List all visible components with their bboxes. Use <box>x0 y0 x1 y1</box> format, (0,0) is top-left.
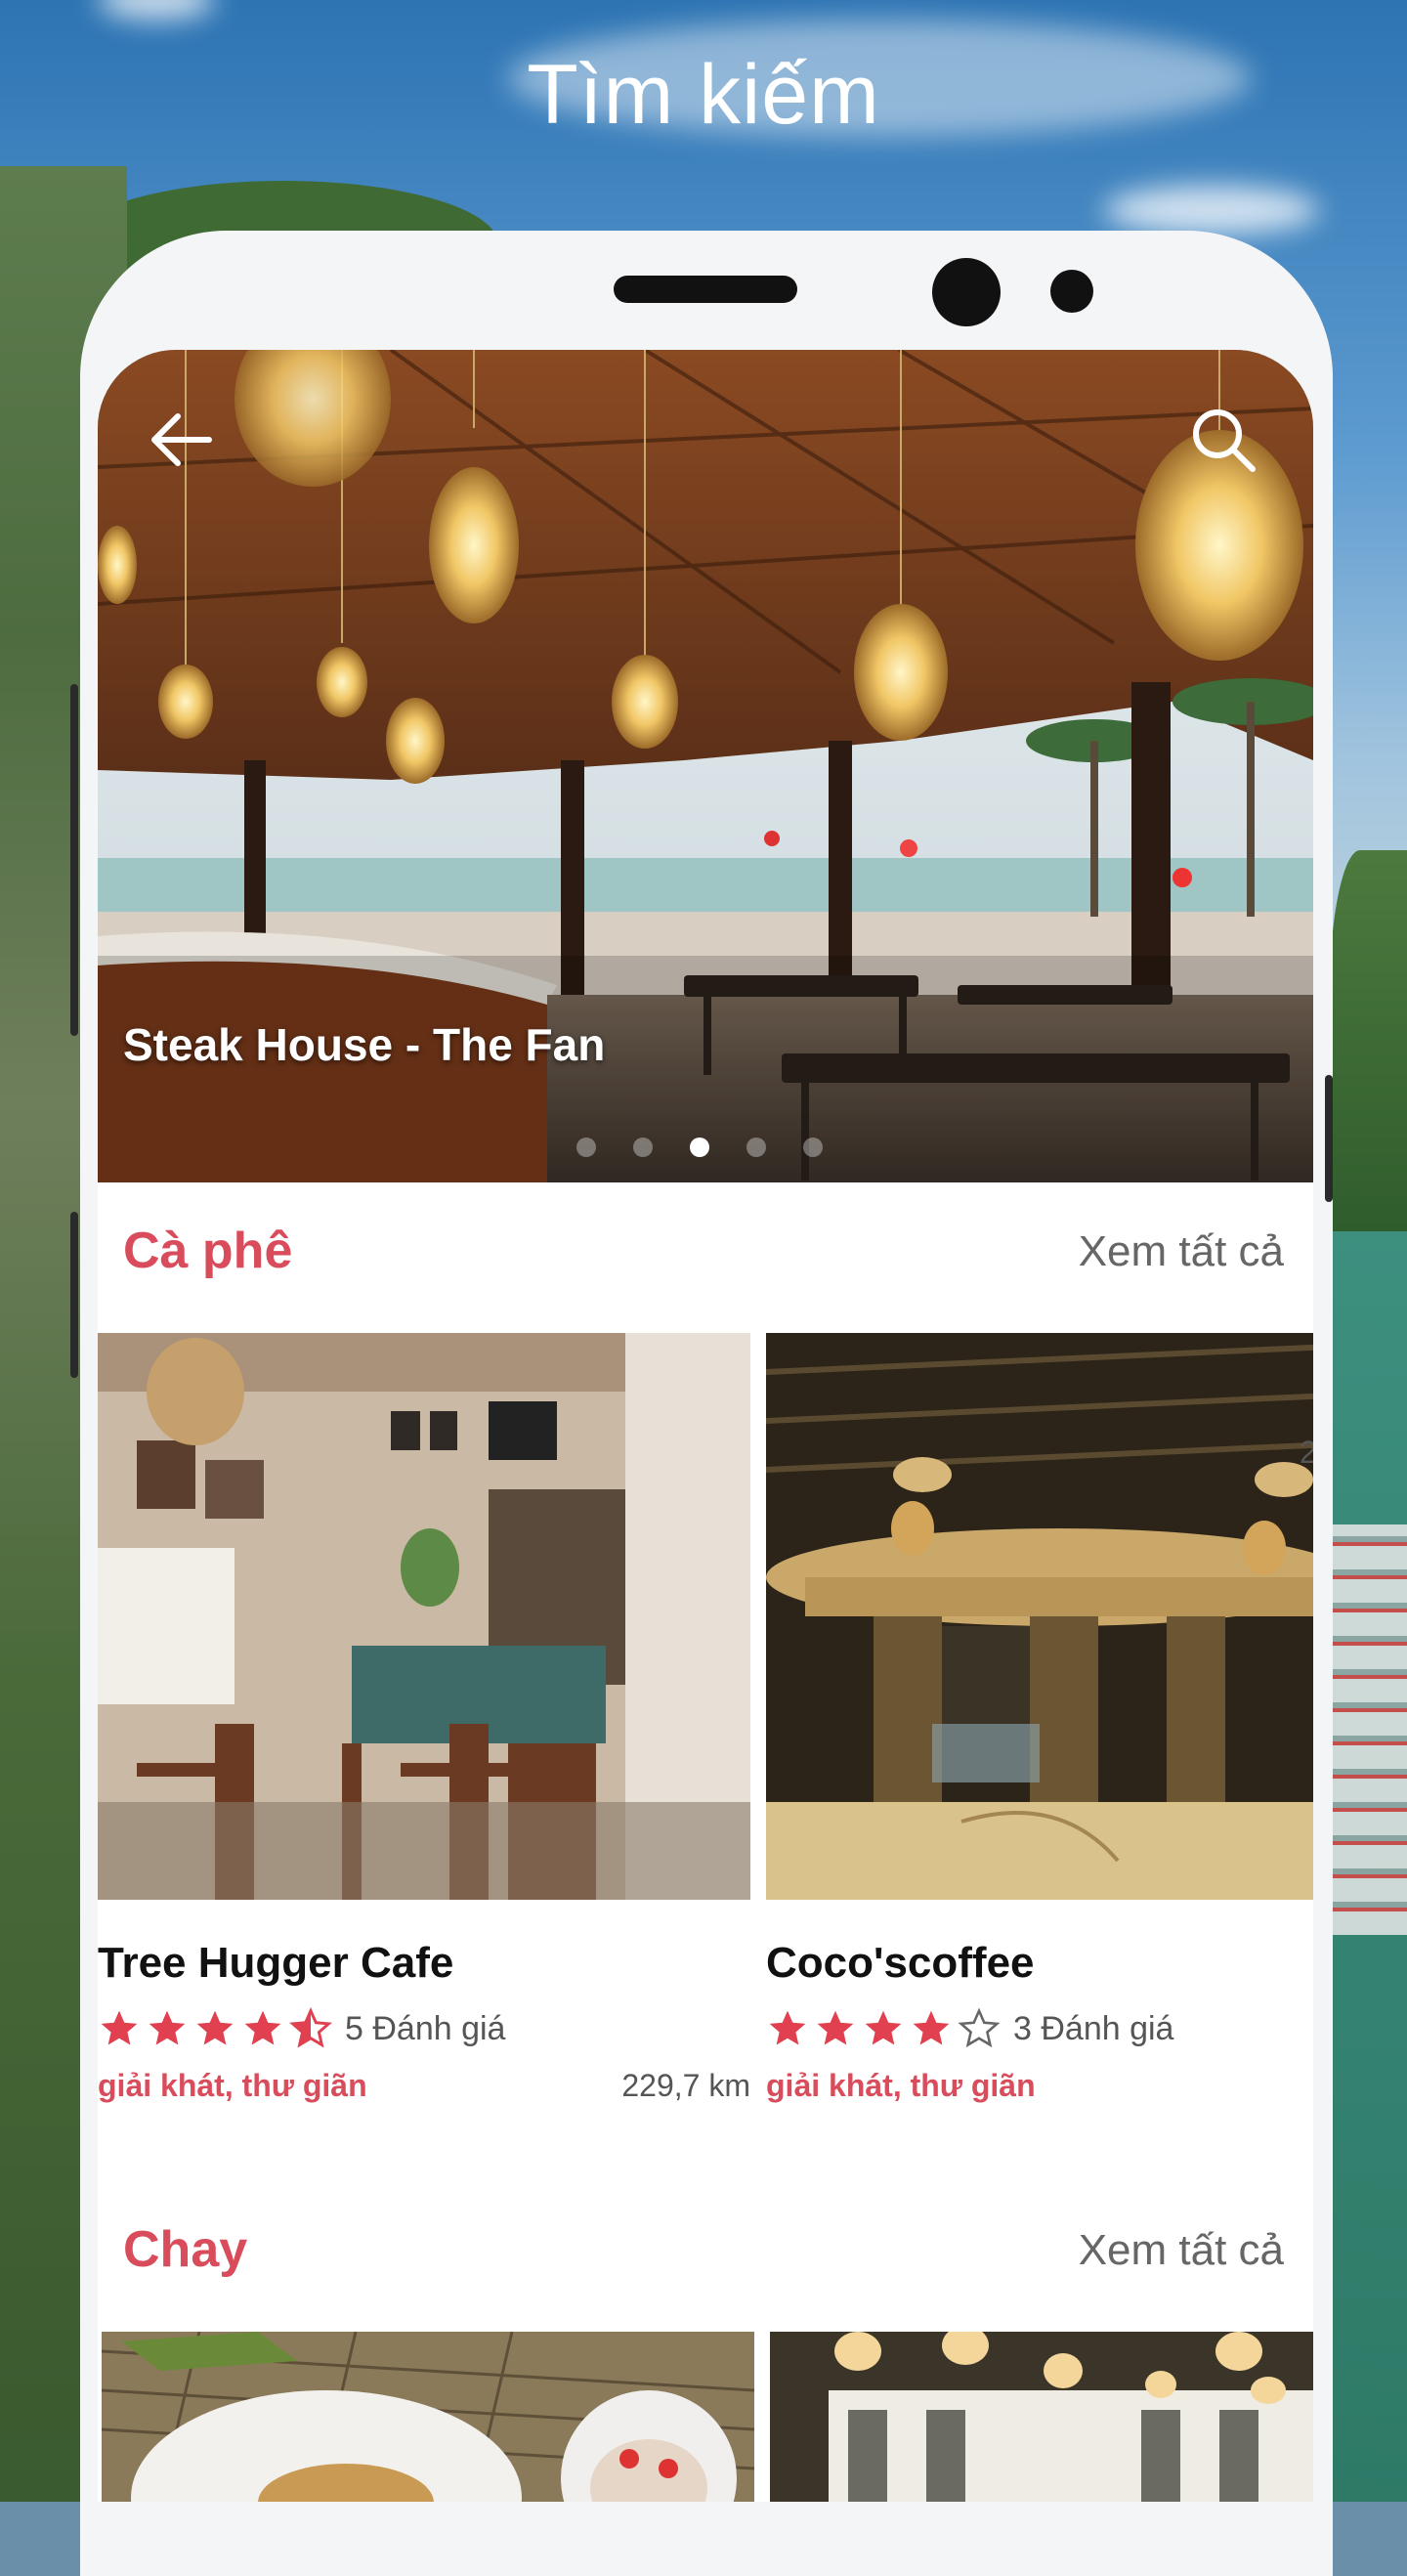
place-distance: 229,7 km <box>621 2068 750 2103</box>
cloud <box>1104 186 1319 235</box>
carousel-dot[interactable] <box>803 1138 823 1157</box>
app-screen: Steak House - The Fan Cà phê Xem tất cả <box>98 350 1313 2502</box>
section-header-cafe: Cà phê Xem tất cả <box>98 1222 1313 1300</box>
arrow-left-icon <box>151 413 212 466</box>
star-icon <box>244 2010 281 2045</box>
section-title: Cà phê <box>123 1223 293 1279</box>
place-distance: 2 <box>1300 1435 1313 1470</box>
section-header-vegetarian: Chay Xem tất cả <box>98 2220 1313 2298</box>
carousel-indicator <box>576 1138 928 1161</box>
carousel-dot[interactable] <box>746 1138 766 1157</box>
star-icon <box>769 2010 806 2045</box>
place-photo <box>770 2332 1313 2502</box>
place-name[interactable]: Tree Hugger Cafe <box>98 1939 453 1988</box>
place-tags: giải khát, thư giãn <box>98 2068 367 2103</box>
hero-carousel[interactable]: Steak House - The Fan <box>98 350 1313 1182</box>
phone-side-button <box>70 1212 78 1378</box>
review-count: 3 Đánh giá <box>1013 2009 1174 2047</box>
place-card[interactable]: Coco'scoffee 3 Đánh giá giải khát, thư g… <box>766 1333 1313 2134</box>
place-tags: giải khát, thư giãn <box>766 2068 1036 2103</box>
phone-side-button <box>70 684 78 1036</box>
hero-title[interactable]: Steak House - The Fan <box>123 1018 605 1071</box>
cliff-right <box>1329 850 1407 1241</box>
star-icon <box>149 2010 186 2045</box>
star-icon <box>196 2010 234 2045</box>
see-all-link[interactable]: Xem tất cả <box>1079 1227 1284 1276</box>
place-photo <box>766 1333 1313 1900</box>
headline: Tìm kiếm <box>527 48 880 142</box>
phone-side-button <box>1325 1075 1333 1202</box>
boats <box>1329 1524 1407 1935</box>
star-icon <box>817 2010 854 2045</box>
star-empty-icon <box>958 2007 1001 2048</box>
carousel-dot[interactable] <box>576 1138 596 1157</box>
place-photo <box>98 1333 750 1900</box>
star-icon <box>101 2010 138 2045</box>
star-half-icon <box>289 2007 332 2048</box>
place-card[interactable] <box>770 2332 1313 2502</box>
rating-stars: 3 Đánh giá <box>766 2007 1173 2050</box>
section-title: Chay <box>123 2221 248 2278</box>
see-all-link[interactable]: Xem tất cả <box>1079 2226 1284 2275</box>
place-name[interactable]: Coco'scoffee <box>766 1939 1035 1988</box>
carousel-dot[interactable] <box>633 1138 653 1157</box>
star-icon <box>865 2010 902 2045</box>
phone-camera <box>932 258 1001 326</box>
rating-stars: 5 Đánh giá <box>98 2007 505 2050</box>
review-count: 5 Đánh giá <box>345 2009 506 2047</box>
cloud <box>98 0 215 20</box>
search-icon <box>1193 409 1256 472</box>
phone-sensor <box>1050 270 1093 313</box>
phone-speaker <box>614 276 797 303</box>
search-button[interactable] <box>1184 401 1262 479</box>
carousel-dot-active[interactable] <box>690 1138 709 1157</box>
place-card[interactable] <box>102 2332 754 2502</box>
star-icon <box>913 2010 950 2045</box>
back-button[interactable] <box>141 401 219 479</box>
place-card[interactable]: Tree Hugger Cafe 5 Đánh giá giải khát, t… <box>98 1333 750 2134</box>
place-photo <box>102 2332 754 2502</box>
